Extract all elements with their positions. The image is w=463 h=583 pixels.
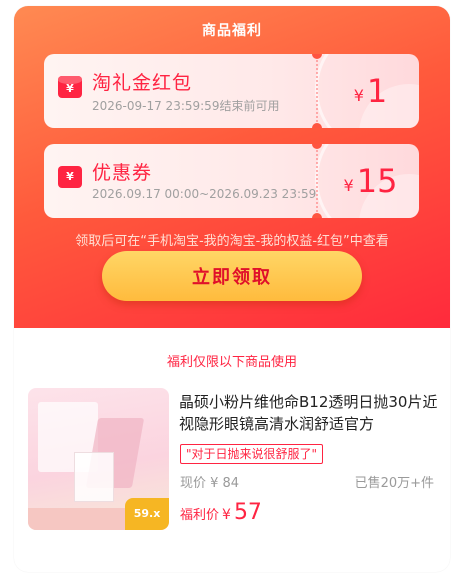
currency-symbol: ¥ <box>353 85 364 105</box>
product-title[interactable]: 晶硕小粉片维他命B12透明日抛30片近视隐形眼镜高清水润舒适官方 <box>179 391 439 435</box>
coupon-validity: 2026-09-17 23:59:59结束前可用 <box>92 99 280 113</box>
coupon-taolijin[interactable]: ¥ 淘礼金红包 2026-09-17 23:59:59结束前可用 ¥ 1 <box>44 54 419 128</box>
product-image[interactable]: 59.x <box>28 388 169 530</box>
welfare-card: 商品福利 ¥ 淘礼金红包 2026-09-17 23:59:59结束前可用 ¥ … <box>14 6 450 572</box>
coupon-amount: ¥ 15 <box>322 144 419 218</box>
coupon-name: 优惠券 <box>92 162 153 184</box>
currency-symbol: ¥ <box>222 507 231 523</box>
claim-now-button[interactable]: 立即领取 <box>102 251 362 301</box>
current-price: 现价 ¥ 84 <box>180 476 240 491</box>
welfare-price: 福利价 ¥ 57 <box>180 500 262 525</box>
image-price-badge: 59.x <box>125 498 169 530</box>
view-hint: 领取后可在“手机淘宝-我的淘宝-我的权益-红包”中查看 <box>75 234 389 249</box>
sold-count: 已售20万+件 <box>354 476 434 491</box>
review-tag: "对于日抛来说很舒服了" <box>180 444 324 464</box>
coupon-validity: 2026.09.17 00:00~2026.09.23 23:59 <box>92 187 317 201</box>
coupon-discount[interactable]: ¥ 优惠券 2026.09.17 00:00~2026.09.23 23:59 … <box>44 144 419 218</box>
scope-notice: 福利仅限以下商品使用 <box>166 355 297 370</box>
welfare-price-label: 福利价 <box>180 508 220 523</box>
amount-value: 15 <box>356 162 398 200</box>
amount-value: 1 <box>366 72 388 110</box>
panel-title: 商品福利 <box>202 23 262 39</box>
red-envelope-icon: ¥ <box>58 76 82 98</box>
welfare-header-panel: 商品福利 ¥ 淘礼金红包 2026-09-17 23:59:59结束前可用 ¥ … <box>14 6 450 328</box>
currency-symbol: ¥ <box>343 175 354 195</box>
coupon-name: 淘礼金红包 <box>92 72 193 94</box>
coupon-ticket-icon: ¥ <box>58 166 82 188</box>
coupon-amount: ¥ 1 <box>322 54 419 128</box>
welfare-price-value: 57 <box>233 500 262 525</box>
